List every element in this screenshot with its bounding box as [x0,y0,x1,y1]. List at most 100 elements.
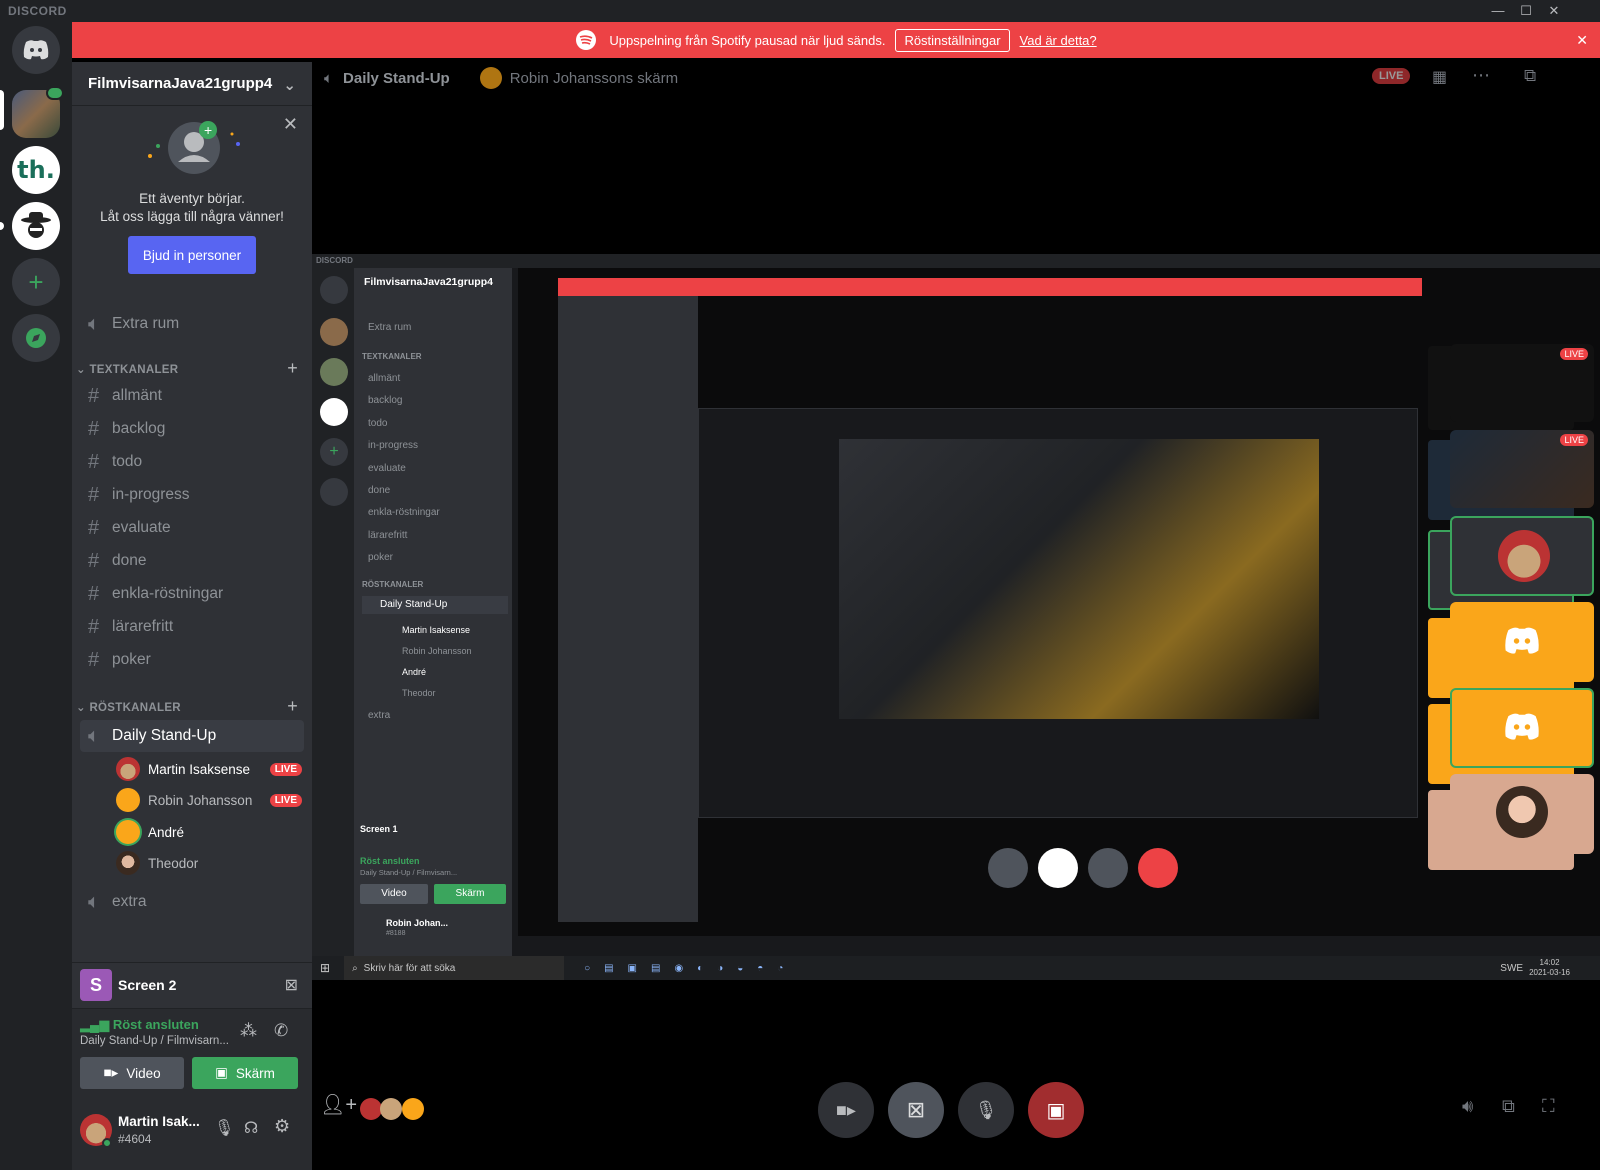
create-text-channel-icon[interactable]: + [287,358,298,379]
stop-screen-share-button[interactable]: ⊠ [888,1082,944,1138]
text-channel-in-progress[interactable]: # in-progress [80,479,304,511]
hash-icon: # [88,582,100,605]
stream-voice-user: Martin Isaksense [402,625,471,635]
text-channel-evaluate[interactable]: # evaluate [80,512,304,544]
app-brand: DISCORD [8,4,67,18]
stream-voice-users: Martin Isaksense Robin Johansson André T… [402,620,472,704]
banner-close-icon[interactable]: ✕ [1576,32,1588,49]
chevron-down-icon: ⌄ [76,364,90,376]
home-button[interactable] [12,26,60,74]
stream-voice-status: Röst ansluten [360,856,420,866]
channel-label: Extra rum [112,315,180,332]
text-channel-backlog[interactable]: # backlog [80,413,304,445]
text-channel-todo[interactable]: # todo [80,446,304,478]
voice-user-martin[interactable]: Martin Isaksense LIVE [116,754,302,784]
spotify-banner: Uppspelning från Spotify pausad när ljud… [72,22,1600,58]
stream-title: Robin Johanssons skärm [509,69,679,87]
participant-tile-andre[interactable] [1450,688,1594,768]
hash-icon: # [88,384,100,407]
voice-user-theodor[interactable]: Theodor [116,848,302,878]
discord-logo-icon [23,40,49,60]
server-filmvisarna[interactable] [12,86,64,138]
channel-label: evaluate [112,519,171,536]
voice-channel-extra[interactable]: 🔈︎ extra [80,886,304,918]
screen-share-off-icon: ⊠ [906,1097,926,1122]
participant-tile-screen[interactable]: LIVE [1450,344,1594,422]
mute-button[interactable]: 🎙︎ [958,1082,1014,1138]
voice-settings-button[interactable]: Röstinställningar [895,28,1010,52]
fullscreen-icon[interactable]: ⛶ [1542,1096,1555,1117]
minimize-button[interactable]: — [1484,1,1512,21]
participant-tile-theodor[interactable] [1450,774,1594,854]
stream-video[interactable]: DISCORD + FilmvisarnaJava21grupp4 Extra … [312,254,1600,976]
spotify-icon [576,30,597,50]
text-channel-allmant[interactable]: # allmänt [80,380,304,412]
windows-start-icon: ⊞ [320,961,331,975]
mic-icon[interactable]: 🎙︎ [214,1118,234,1138]
voice-user-name: André [148,824,185,840]
avatar [1498,530,1550,582]
stream-nested-ctrl [1138,848,1178,888]
stop-stream-icon[interactable]: ⊠ [285,975,298,995]
text-channel-poker[interactable]: # poker [80,644,304,676]
participant-tile-robin[interactable] [1450,602,1594,682]
end-call-button[interactable]: ▣ [1028,1082,1084,1138]
noise-suppression-icon[interactable]: ⁂ [240,1021,257,1041]
voice-category[interactable]: ⌄ RÖSTKANALER + [76,696,308,716]
explore-icon[interactable] [12,314,60,362]
disconnect-icon[interactable]: ✆ [274,1021,288,1041]
more-icon[interactable]: ⋯ [1472,65,1490,86]
create-voice-channel-icon[interactable]: + [287,696,298,717]
server-cowboy[interactable] [12,202,60,250]
stream-channel: in-progress [368,440,419,452]
voice-status-title: Röst ansluten [112,1017,199,1032]
hash-icon: # [88,648,100,671]
text-channel-lararefritt[interactable]: # lärarefritt [80,611,304,643]
stream-nested-ctrl [1088,848,1128,888]
live-badge: LIVE [1560,348,1588,360]
video-button[interactable]: ■▸ Video [80,1057,184,1089]
stream-server-name: FilmvisarnaJava21grupp4 [364,276,493,288]
text-channel-done[interactable]: # done [80,545,304,577]
voice-channel-extra-rum[interactable]: 🔈︎ Extra rum [80,308,304,340]
channel-label: extra [112,893,147,910]
server-th[interactable]: th. [12,146,60,194]
taskbar-search-text: Skriv här för att söka [363,962,456,974]
taskbar-apps-icon: ○▤▣▤◉◐◑◒◓◔ [584,962,798,974]
invite-text: Ett äventyr börjar. Låt oss lägga till n… [72,190,312,226]
stream-video-button: Video [360,884,428,904]
participant-tile-martin[interactable] [1450,516,1594,596]
text-category[interactable]: ⌄ TEXTKANALER + [76,358,308,378]
th-logo-icon: th. [17,156,55,184]
voice-channel-daily-standup[interactable]: 🔈︎ Daily Stand-Up [80,720,304,752]
server-name: FilmvisarnaJava21grupp4 [88,75,273,92]
text-channel-enkla-rostningar[interactable]: # enkla-röstningar [80,578,304,610]
stream-voice-sub: Daily Stand-Up / Filmvisarn... [360,868,458,877]
gear-icon[interactable]: ⚙︎ [274,1116,290,1137]
close-window-button[interactable]: ✕ [1540,1,1568,21]
voice-status-subtitle[interactable]: Daily Stand-Up / Filmvisarn... [80,1035,229,1047]
grid-icon[interactable]: ▦ [1432,67,1447,87]
screen-share-title: Screen 2 [118,977,177,993]
screen-label: Skärm [235,1065,275,1081]
title-bar: DISCORD — ☐ ✕ [0,0,1600,22]
server-header[interactable]: FilmvisarnaJava21grupp4 ⌄ [72,62,312,106]
close-icon[interactable]: ✕ [283,114,298,135]
voice-connection-panel: ▂▄▆ Röst ansluten Daily Stand-Up / Filmv… [72,1008,312,1102]
popout-icon[interactable]: ⧉ [1524,66,1536,86]
voice-user-andre[interactable]: André [116,817,302,847]
maximize-button[interactable]: ☐ [1512,1,1540,21]
add-server-icon[interactable]: + [12,258,60,306]
hash-icon: # [88,450,100,473]
headphones-icon[interactable]: ☊ [244,1118,258,1138]
stream-channel: poker [368,552,394,564]
screen-share-button[interactable]: ▣ Skärm [192,1057,298,1089]
what-is-this-link[interactable]: Vad är detta? [1020,33,1097,48]
add-user-icon[interactable]: 👤︎+ [320,1092,357,1117]
camera-toggle-button[interactable]: ■▸ [818,1082,874,1138]
volume-icon[interactable]: 🔊︎ [1462,1096,1473,1117]
popout-icon[interactable]: ⧉ [1502,1096,1515,1117]
invite-people-button[interactable]: Bjud in personer [128,236,256,274]
voice-user-robin[interactable]: Robin Johansson LIVE [116,785,302,815]
participant-tile-stream[interactable]: LIVE [1450,430,1594,508]
